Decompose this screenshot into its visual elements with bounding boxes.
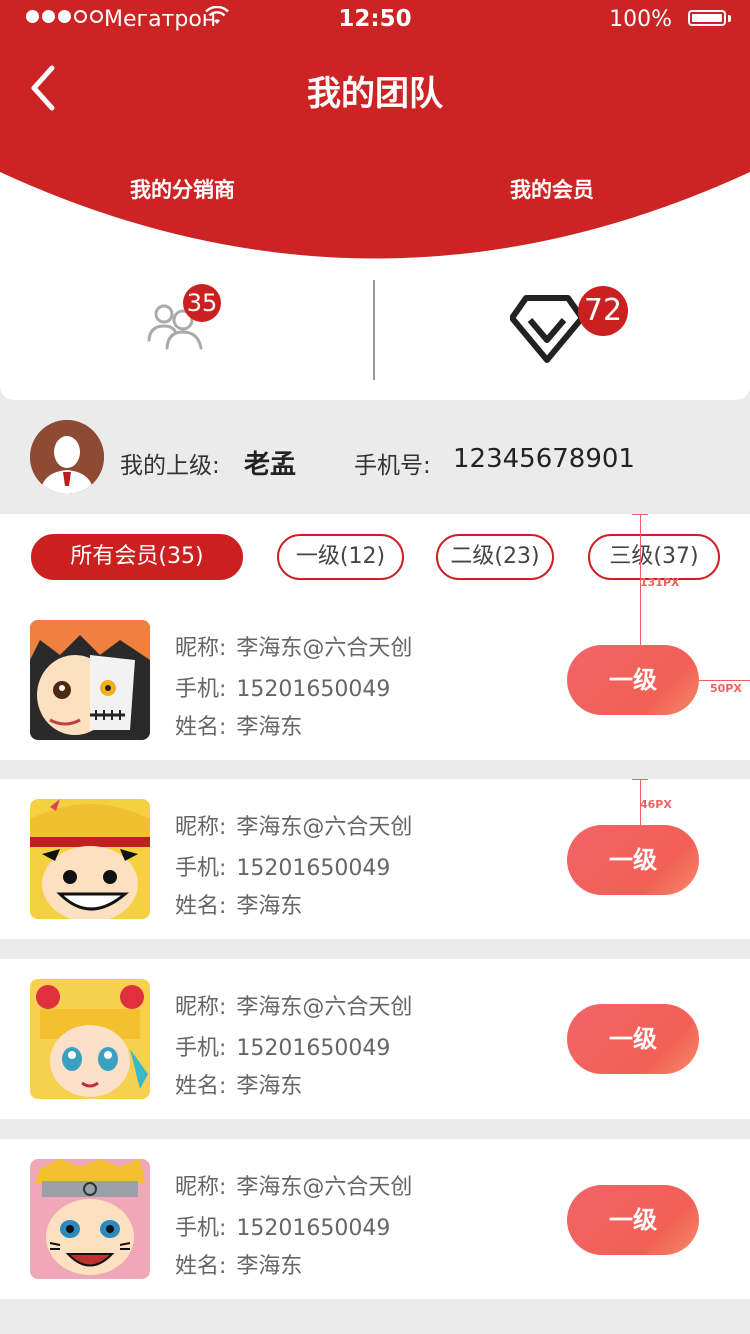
superior-name: 老孟: [244, 450, 297, 480]
member-name-row: 姓名: 李海东: [175, 888, 302, 920]
nickname-label: 昵称:: [175, 636, 227, 661]
header-background: [0, 0, 750, 400]
annotation-label: 131PX: [640, 576, 680, 589]
member-name-row: 姓名: 李海东: [175, 1068, 302, 1100]
name-label: 姓名:: [175, 1254, 227, 1279]
members-count-badge: 72: [578, 286, 628, 336]
luffy-avatar: [30, 799, 150, 919]
superior-label: 我的上级:: [120, 453, 220, 479]
annotation-label: 46PX: [640, 798, 672, 811]
member-nickname-row: 昵称: 李海东@六合天创: [175, 630, 412, 662]
filter-all-members[interactable]: 所有会员(35): [31, 534, 243, 580]
naruto-avatar: [30, 1159, 150, 1279]
nickname-label: 昵称:: [175, 995, 227, 1020]
name-label: 姓名:: [175, 894, 227, 919]
annotation-tick: [632, 514, 648, 515]
name-label: 姓名:: [175, 715, 227, 740]
phone-label: 手机:: [175, 856, 227, 881]
annotation-tick: [632, 779, 648, 780]
stats-divider: [373, 280, 375, 380]
filter-level-2[interactable]: 二级(23): [436, 534, 554, 580]
superior-phone-label: 手机号:: [354, 453, 431, 479]
nickname-label: 昵称:: [175, 1175, 227, 1200]
member-card[interactable]: 昵称: 李海东@六合天创 手机: 15201650049 姓名: 李海东 一级: [0, 959, 750, 1119]
member-phone-row: 手机: 15201650049: [175, 1210, 390, 1242]
battery-percentage: 100%: [609, 7, 672, 32]
level-button[interactable]: 一级: [567, 645, 699, 715]
superior-avatar: [30, 420, 104, 494]
annotation-label: 50PX: [710, 682, 742, 695]
member-name-row: 姓名: 李海东: [175, 1248, 302, 1280]
nickname-value: 李海东@六合天创: [236, 815, 413, 840]
phone-value: 15201650049: [236, 1216, 391, 1241]
sailor-moon-avatar: [30, 979, 150, 1099]
filter-level-3[interactable]: 三级(37): [588, 534, 720, 580]
phone-label: 手机:: [175, 677, 227, 702]
member-phone-row: 手机: 15201650049: [175, 1030, 390, 1062]
phone-value: 15201650049: [236, 1036, 391, 1061]
status-bar: Мегатрон 12:50 100%: [0, 0, 750, 40]
name-value: 李海东: [236, 894, 303, 919]
member-card[interactable]: 昵称: 李海东@六合天创 手机: 15201650049 姓名: 李海东 一级: [0, 779, 750, 939]
phone-value: 15201650049: [236, 856, 391, 881]
member-card[interactable]: 昵称: 李海东@六合天创 手机: 15201650049 姓名: 李海东 一级: [0, 1139, 750, 1299]
phone-value: 15201650049: [236, 677, 391, 702]
ichigo-avatar: [30, 620, 150, 740]
nickname-value: 李海东@六合天创: [236, 636, 413, 661]
member-nickname-row: 昵称: 李海东@六合天创: [175, 989, 412, 1021]
tab-distributors[interactable]: 我的分销商: [130, 174, 235, 204]
nickname-value: 李海东@六合天创: [236, 1175, 413, 1200]
diamond-icon: [509, 295, 585, 363]
member-phone-row: 手机: 15201650049: [175, 671, 390, 703]
battery-tip: [728, 15, 731, 22]
name-value: 李海东: [236, 1254, 303, 1279]
nickname-value: 李海东@六合天创: [236, 995, 413, 1020]
name-label: 姓名:: [175, 1074, 227, 1099]
tab-members[interactable]: 我的会员: [510, 174, 594, 204]
level-button[interactable]: 一级: [567, 825, 699, 895]
superior-phone: 12345678901: [453, 444, 635, 474]
member-nickname-row: 昵称: 李海东@六合天创: [175, 1169, 412, 1201]
level-button[interactable]: 一级: [567, 1185, 699, 1255]
name-value: 李海东: [236, 715, 303, 740]
filter-level-1[interactable]: 一级(12): [277, 534, 404, 580]
annotation-line: [699, 680, 750, 681]
level-button[interactable]: 一级: [567, 1004, 699, 1074]
phone-label: 手机:: [175, 1036, 227, 1061]
page-title: 我的团队: [307, 74, 443, 114]
member-card[interactable]: 昵称: 李海东@六合天创 手机: 15201650049 姓名: 李海东 一级: [0, 600, 750, 760]
name-value: 李海东: [236, 1074, 303, 1099]
phone-label: 手机:: [175, 1216, 227, 1241]
member-phone-row: 手机: 15201650049: [175, 850, 390, 882]
distributors-count-badge: 35: [183, 284, 221, 322]
battery-icon: [688, 10, 726, 26]
member-nickname-row: 昵称: 李海东@六合天创: [175, 809, 412, 841]
nickname-label: 昵称:: [175, 815, 227, 840]
members-stat[interactable]: [509, 294, 585, 364]
member-name-row: 姓名: 李海东: [175, 709, 302, 741]
